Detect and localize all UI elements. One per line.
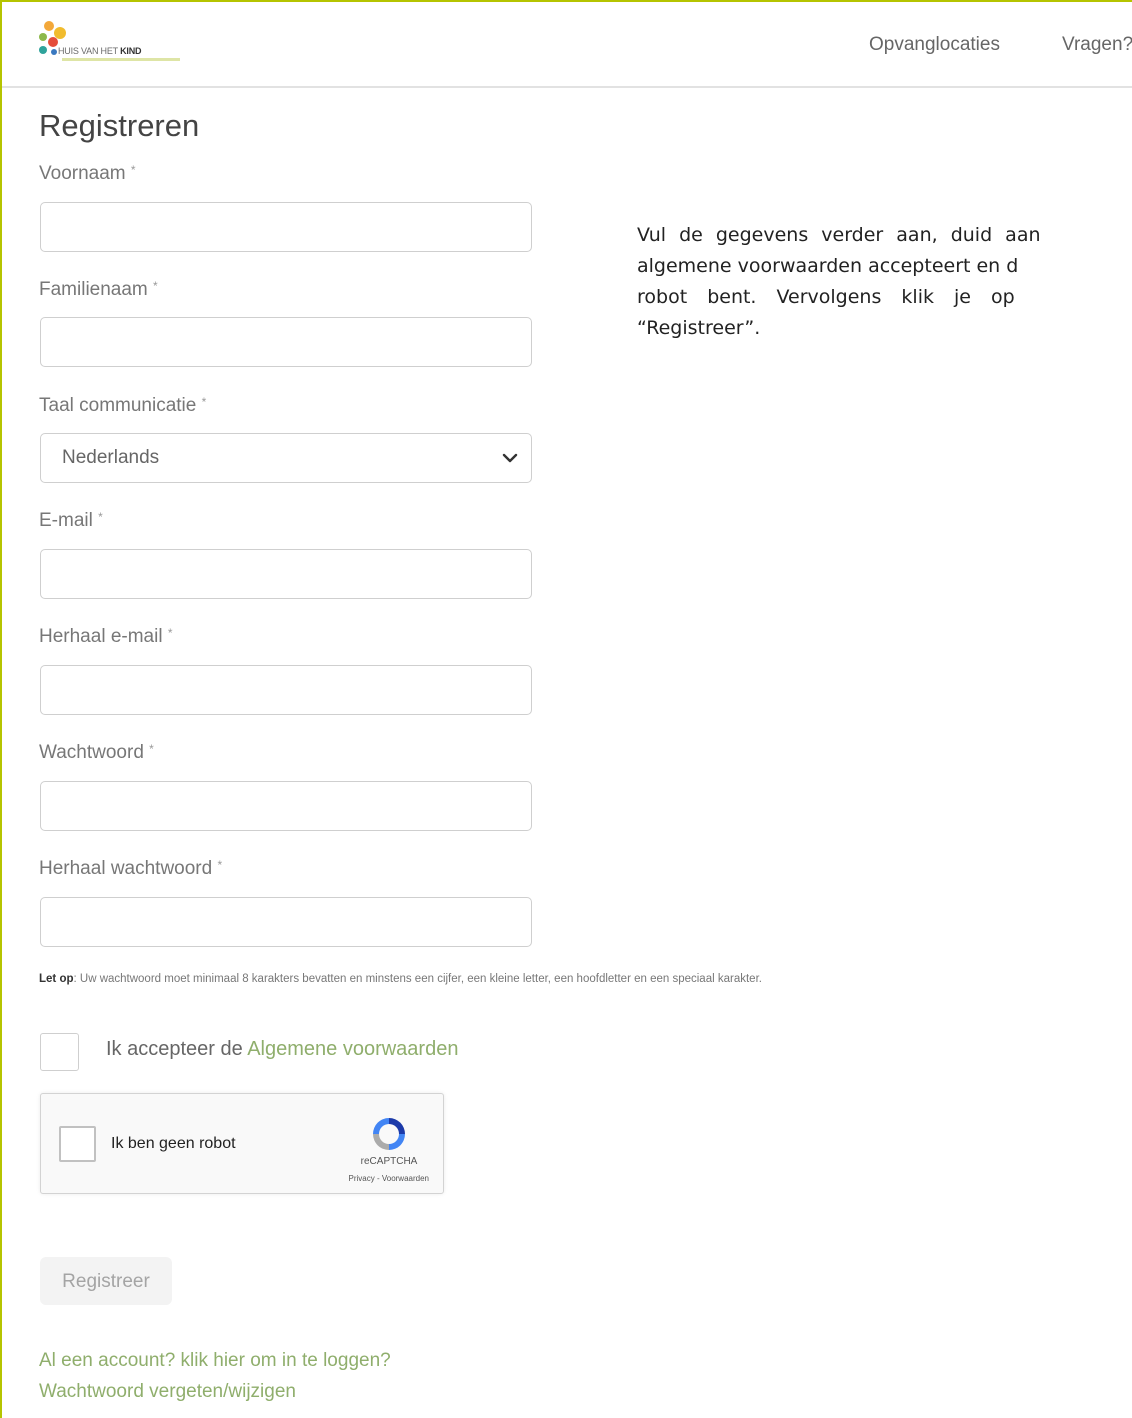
required-marker: *	[201, 395, 207, 409]
password-requirements-note: Let op: Uw wachtwoord moet minimaal 8 ka…	[39, 973, 762, 985]
required-marker: *	[149, 742, 154, 756]
recaptcha-widget: Ik ben geen robot reCAPTCHA Privacy - Vo…	[40, 1093, 444, 1194]
instructions-line-4: “Registreer”.	[637, 317, 761, 339]
first-name-label: Voornaam *	[39, 163, 136, 185]
email-repeat-label: Herhaal e-mail *	[39, 626, 173, 648]
instructions-text: Vul de gegevens verder aan, duid aan alg…	[637, 220, 1132, 344]
first-name-label-text: Voornaam	[39, 163, 126, 184]
password-input[interactable]	[40, 781, 532, 831]
login-link[interactable]: Al een account? klik hier om in te logge…	[39, 1350, 391, 1372]
language-label-text: Taal communicatie	[39, 395, 197, 416]
instructions-line-1: Vul de gegevens verder aan, duid aan	[637, 224, 1041, 246]
accept-terms-prefix: Ik accepteer de	[106, 1038, 248, 1060]
password-repeat-input[interactable]	[40, 897, 532, 947]
forgot-password-link[interactable]: Wachtwoord vergeten/wijzigen	[39, 1381, 296, 1403]
recaptcha-checkbox[interactable]	[59, 1126, 96, 1162]
accept-terms-checkbox[interactable]	[40, 1033, 79, 1071]
email-input[interactable]	[40, 549, 532, 599]
logo-tagline	[62, 58, 180, 61]
terms-link[interactable]: Algemene voorwaarden	[247, 1038, 458, 1060]
logo-text-bold: KIND	[120, 46, 142, 56]
recaptcha-icon	[373, 1118, 405, 1150]
first-name-input[interactable]	[40, 202, 532, 252]
register-button[interactable]: Registreer	[40, 1257, 172, 1305]
required-marker: *	[130, 163, 136, 177]
accept-terms-label: Ik accepteer de Algemene voorwaarden	[106, 1038, 458, 1061]
page-title: Registreren	[39, 108, 200, 143]
email-label: E-mail *	[39, 510, 103, 532]
nav-vragen[interactable]: Vragen?	[1062, 34, 1132, 56]
required-marker: *	[217, 858, 223, 872]
nav-opvanglocaties[interactable]: Opvanglocaties	[869, 34, 1000, 56]
recaptcha-label: Ik ben geen robot	[111, 1135, 236, 1152]
required-marker: *	[153, 279, 158, 293]
password-repeat-label-text: Herhaal wachtwoord	[39, 858, 213, 879]
chevron-down-icon	[502, 453, 518, 463]
email-repeat-input[interactable]	[40, 665, 532, 715]
language-selected-value: Nederlands	[62, 447, 160, 468]
last-name-label: Familienaam *	[39, 279, 158, 301]
note-text: : Uw wachtwoord moet minimaal 8 karakter…	[73, 973, 762, 985]
logo[interactable]: HUIS VAN HET KIND	[38, 20, 198, 66]
note-bold: Let op	[39, 973, 74, 985]
site-header: HUIS VAN HET KIND Opvanglocaties Vragen?	[0, 0, 1132, 88]
recaptcha-terms[interactable]: Privacy - Voorwaarden	[319, 1174, 429, 1183]
required-marker: *	[167, 626, 173, 640]
instructions-line-2: algemene voorwaarden accepteert en d	[637, 255, 1019, 277]
instructions-line-3: robot bent. Vervolgens klik je op	[637, 286, 1015, 308]
logo-text: HUIS VAN HET	[58, 46, 118, 56]
recaptcha-brand: reCAPTCHA	[360, 1156, 418, 1167]
password-label: Wachtwoord *	[39, 742, 154, 764]
language-select[interactable]: Nederlands	[40, 433, 532, 483]
last-name-label-text: Familienaam	[39, 279, 148, 300]
password-label-text: Wachtwoord	[39, 742, 144, 763]
password-repeat-label: Herhaal wachtwoord *	[39, 858, 222, 880]
language-label: Taal communicatie *	[39, 395, 206, 417]
required-marker: *	[98, 510, 103, 524]
email-label-text: E-mail	[39, 510, 93, 531]
email-repeat-label-text: Herhaal e-mail	[39, 626, 163, 647]
last-name-input[interactable]	[40, 317, 532, 367]
